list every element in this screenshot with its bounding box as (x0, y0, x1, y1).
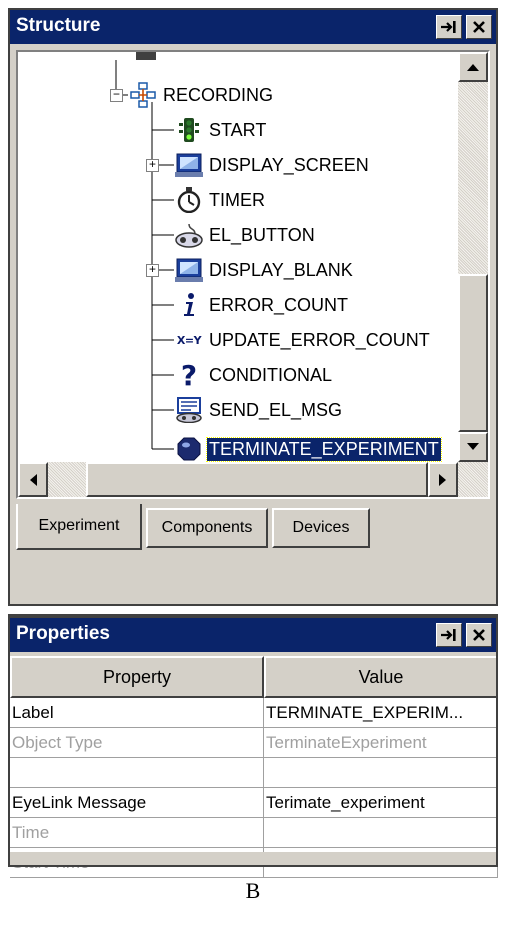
triangle-right-icon (439, 473, 446, 486)
pin-icon (441, 629, 456, 641)
structure-pin-button[interactable] (436, 15, 462, 39)
recording-collapse-toggle[interactable]: − (110, 89, 123, 102)
tree-node-label: ERROR_COUNT (209, 294, 349, 315)
update-variable-glyph: X=Y (176, 333, 202, 347)
sequence-icon (128, 80, 158, 110)
traffic-light-icon (174, 115, 204, 145)
property-name: Time (10, 818, 264, 848)
tree-node-update-error-count[interactable]: X=Y UPDATE_ERROR_COUNT (174, 325, 432, 355)
tab-components[interactable]: Components (146, 508, 268, 548)
gamepad-icon (174, 220, 204, 250)
triangle-up-icon (467, 64, 479, 71)
property-name (10, 758, 264, 788)
properties-titlebar: Properties (10, 618, 496, 652)
tree-node-recording[interactable]: RECORDING (128, 80, 275, 110)
table-row[interactable]: Label TERMINATE_EXPERIM... (10, 698, 498, 728)
stopwatch-icon (174, 185, 204, 215)
pin-icon (441, 21, 456, 33)
tree-horizontal-scrollbar[interactable] (18, 462, 488, 497)
column-header-value[interactable]: Value (264, 656, 498, 698)
tree-node-label: TERMINATE_EXPERIMENT (206, 436, 442, 462)
terminate-icon (174, 434, 204, 464)
question-glyph: ? (180, 358, 198, 392)
tab-devices[interactable]: Devices (272, 508, 370, 548)
close-icon (473, 21, 485, 33)
triangle-left-icon (30, 473, 37, 486)
properties-close-button[interactable] (466, 623, 492, 647)
info-icon (174, 290, 204, 320)
tree-node-el-button[interactable]: EL_BUTTON (174, 220, 317, 250)
property-value (264, 818, 498, 848)
triangle-down-icon (467, 443, 479, 450)
scroll-down-button[interactable] (458, 432, 488, 462)
tree-node-send-el-msg[interactable]: SEND_EL_MSG (174, 395, 344, 425)
tree-node-label: DISPLAY_SCREEN (209, 154, 369, 175)
property-name: Label (10, 698, 264, 728)
monitor-icon (174, 150, 204, 180)
tree-node-start[interactable]: START (174, 115, 268, 145)
tree-node-display-screen[interactable]: DISPLAY_SCREEN (174, 150, 371, 180)
structure-title: Structure (16, 15, 101, 36)
tree-node-label: SEND_EL_MSG (209, 399, 343, 420)
tree-node-label: CONDITIONAL (209, 364, 333, 385)
property-value[interactable]: TERMINATE_EXPERIM... (264, 698, 498, 728)
property-value (264, 758, 498, 788)
tree-node-error-count[interactable]: ERROR_COUNT (174, 290, 350, 320)
tree-node-label: EL_BUTTON (209, 224, 315, 245)
vertical-scroll-thumb[interactable] (458, 274, 488, 432)
table-row[interactable] (10, 758, 498, 788)
properties-bottom-strip (10, 852, 496, 865)
send-message-icon (174, 395, 204, 425)
tree-node-display-blank[interactable]: DISPLAY_BLANK (174, 255, 355, 285)
tree-node-label: DISPLAY_BLANK (209, 259, 353, 280)
property-value[interactable]: Terimate_experiment (264, 788, 498, 818)
table-row[interactable]: Object Type TerminateExperiment (10, 728, 498, 758)
tree-node-label: START (209, 119, 267, 140)
display-blank-expand-toggle[interactable]: + (146, 264, 159, 277)
structure-tab-strip: Experiment Components Devices (10, 504, 496, 554)
monitor-icon (174, 255, 204, 285)
tab-experiment[interactable]: Experiment (16, 504, 142, 550)
tree-node-terminate-experiment[interactable]: TERMINATE_EXPERIMENT (174, 434, 442, 464)
tree-node-conditional[interactable]: ? CONDITIONAL (174, 358, 334, 392)
property-name: Object Type (10, 728, 264, 758)
close-icon (473, 629, 485, 641)
column-header-property[interactable]: Property (10, 656, 264, 698)
question-icon: ? (174, 358, 204, 392)
structure-tree[interactable]: − RECORDING START + DISPLAY_SCREEN TIMER… (16, 50, 490, 499)
table-row[interactable]: EyeLink Message Terimate_experiment (10, 788, 498, 818)
figure-caption: B (245, 878, 261, 903)
display-screen-expand-toggle[interactable]: + (146, 159, 159, 172)
structure-close-button[interactable] (466, 15, 492, 39)
scroll-up-button[interactable] (458, 52, 488, 82)
tree-node-label: RECORDING (163, 84, 274, 105)
properties-title: Properties (16, 623, 110, 644)
properties-grid: Property Value Label TERMINATE_EXPERIM..… (10, 656, 498, 878)
scroll-left-button[interactable] (18, 462, 48, 497)
property-name: EyeLink Message (10, 788, 264, 818)
tree-node-label: UPDATE_ERROR_COUNT (209, 329, 430, 350)
tree-vertical-scrollbar[interactable] (458, 52, 488, 462)
properties-pin-button[interactable] (436, 623, 462, 647)
tree-node-label: TIMER (209, 189, 265, 210)
structure-titlebar: Structure (10, 10, 496, 44)
horizontal-scroll-thumb[interactable] (86, 462, 428, 497)
property-value: TerminateExperiment (264, 728, 498, 758)
structure-panel: Structure − RECORDING START + DISPLAY_SC… (8, 8, 498, 606)
update-variable-icon: X=Y (174, 325, 204, 355)
scroll-right-button[interactable] (428, 462, 458, 497)
table-row[interactable]: Time (10, 818, 498, 848)
tree-node-timer[interactable]: TIMER (174, 185, 267, 215)
